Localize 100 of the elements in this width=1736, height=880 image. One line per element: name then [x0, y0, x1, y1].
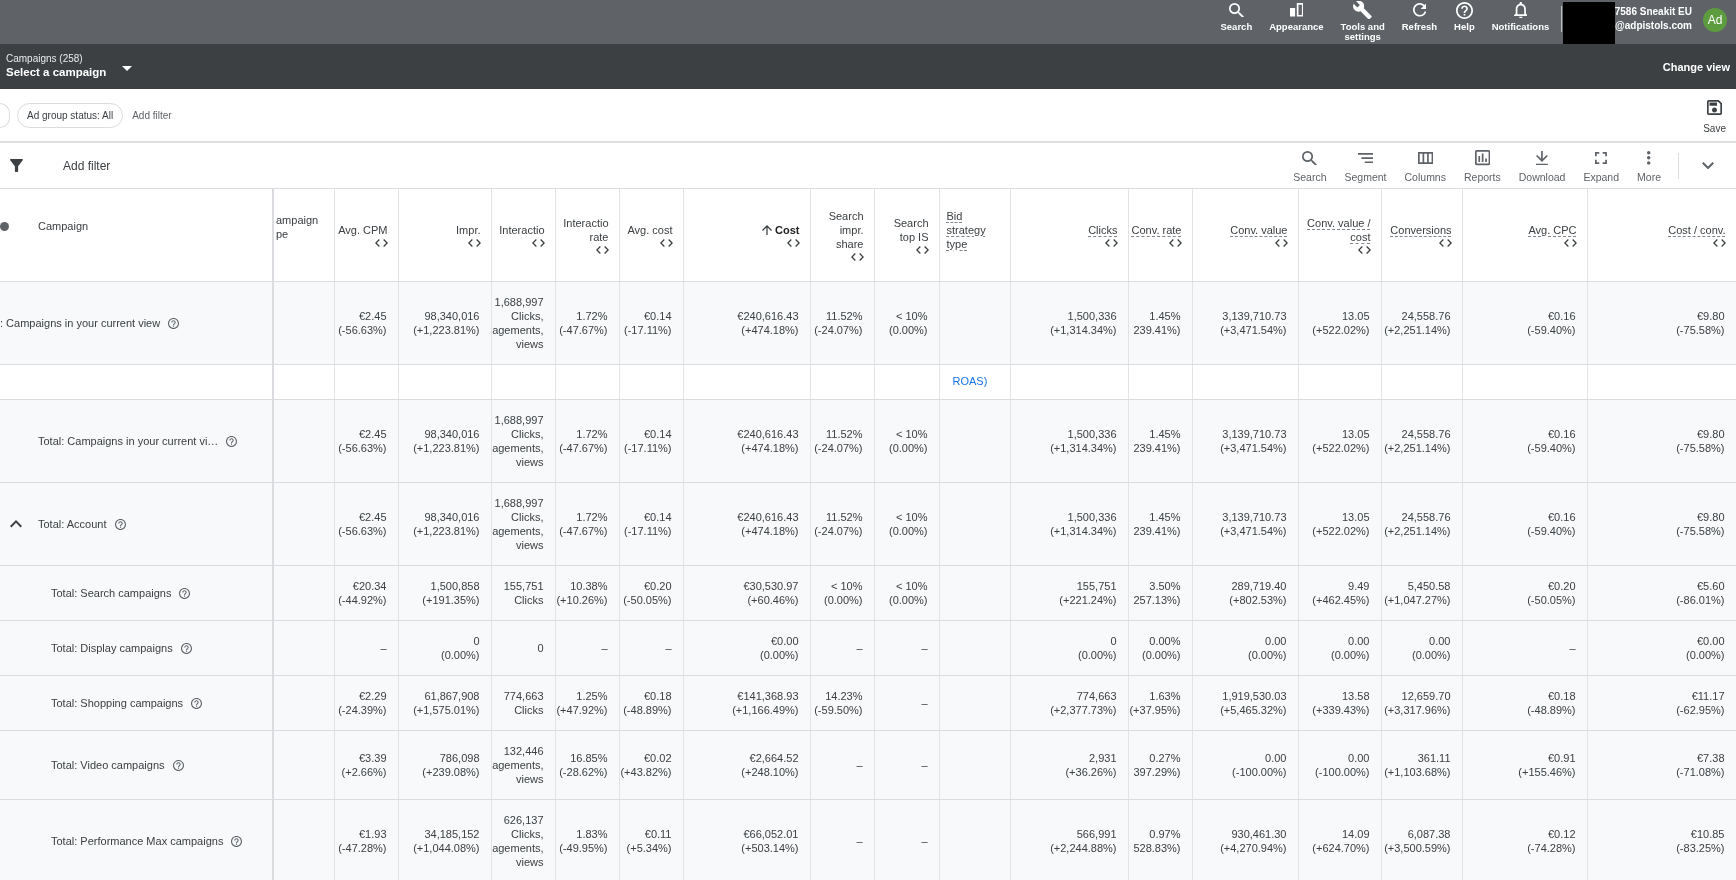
bid-strategy-link[interactable]: ROAS): [952, 374, 988, 388]
column-header[interactable]: Bid strategy type: [946, 209, 986, 251]
change-view-button[interactable]: Change view: [1662, 60, 1730, 73]
column-header[interactable]: Clicks: [1088, 223, 1118, 237]
column-header[interactable]: Campaign: [38, 219, 89, 233]
help-icon[interactable]: [114, 518, 126, 530]
campaign-name: Total: Account: [38, 517, 107, 531]
help-icon[interactable]: [168, 317, 180, 329]
help-icon[interactable]: [226, 435, 238, 447]
columns-icon: [1417, 152, 1433, 164]
column-header[interactable]: Impr.: [456, 223, 481, 237]
column-header[interactable]: Conv. rate: [1131, 223, 1182, 237]
more-button[interactable]: More: [1628, 148, 1670, 183]
column-header[interactable]: Cost / conv.: [1668, 223, 1726, 237]
segment-button[interactable]: Segment: [1335, 148, 1396, 183]
reports-button[interactable]: Reports: [1454, 148, 1510, 183]
account-email: @adpistols.com: [1615, 19, 1692, 33]
help-button[interactable]: Help: [1445, 0, 1484, 32]
wrench-icon: [1353, 0, 1372, 20]
appearance-button[interactable]: Appearance: [1260, 0, 1333, 32]
metric-value: 2,931 (+36.26%): [1065, 751, 1117, 779]
column-header[interactable]: Avg. CPC: [1528, 223, 1577, 237]
metric-value: €2.45 (-56.63%): [338, 309, 387, 337]
campaign-name: Total: Performance Max campaigns: [51, 834, 224, 848]
column-header[interactable]: Interactio rate: [563, 216, 609, 244]
column-header[interactable]: Search top IS: [893, 216, 929, 244]
metric-value: €0.14 (-17.11%): [624, 309, 672, 337]
chevrons-icon[interactable]: [850, 253, 864, 261]
add-filter-button[interactable]: Add filter: [63, 158, 111, 173]
help-icon[interactable]: [179, 587, 191, 599]
tools-button[interactable]: Tools and settings: [1332, 0, 1394, 42]
save-button[interactable]: Save: [1703, 89, 1726, 135]
chevrons-icon[interactable]: [595, 246, 609, 254]
chevrons-icon[interactable]: [1274, 239, 1288, 247]
help-icon: [1455, 1, 1473, 19]
metric-value: 1.72% (-47.67%): [559, 427, 608, 455]
metric-value: €3.39 (+2.66%): [341, 751, 387, 779]
column-header[interactable]: ampaign pe: [276, 213, 319, 241]
chevron-up-icon[interactable]: [10, 520, 22, 528]
expand-button[interactable]: Expand: [1574, 148, 1629, 183]
chevrons-icon[interactable]: [786, 239, 800, 247]
help-icon[interactable]: [172, 759, 184, 771]
add-filter-button[interactable]: Add filter: [132, 109, 172, 121]
metric-value: €9.80 (-75.58%): [1676, 510, 1725, 538]
refresh-button[interactable]: Refresh: [1393, 0, 1446, 32]
caret-down-icon: [122, 65, 133, 71]
campaign-selector[interactable]: Select a campaign: [6, 65, 133, 80]
campaign-name: Total: Search campaigns: [51, 586, 172, 600]
chevrons-icon[interactable]: [1168, 239, 1182, 247]
metric-value: €0.20 (-50.05%): [623, 579, 672, 607]
chevrons-icon[interactable]: [1357, 246, 1371, 254]
help-icon[interactable]: [180, 642, 192, 654]
column-header[interactable]: Cost: [775, 223, 800, 237]
chevrons-icon[interactable]: [1563, 239, 1577, 247]
column-header[interactable]: Avg. CPM: [338, 223, 388, 237]
metric-value: 9.49 (+462.45%): [1312, 579, 1370, 607]
metric-value: 13.05 (+522.02%): [1312, 427, 1370, 455]
chevrons-icon[interactable]: [1104, 239, 1118, 247]
column-header[interactable]: Avg. cost: [627, 223, 673, 237]
metric-value: 1.45% 239.41%): [1133, 510, 1181, 538]
metric-value: 0.00 (-100.00%): [1315, 751, 1370, 779]
metric-value: 626,137 Clicks, agements, views: [492, 813, 544, 869]
column-header[interactable]: Conv. value / cost: [1307, 216, 1371, 244]
arrow-up-icon: [762, 225, 773, 235]
column-header[interactable]: Interactio: [499, 223, 545, 237]
help-icon[interactable]: [191, 697, 203, 709]
column-header[interactable]: Search impr. share: [828, 209, 864, 251]
download-button[interactable]: Download: [1509, 148, 1575, 183]
search-button[interactable]: Search: [1212, 0, 1261, 32]
metric-value: €0.91 (+155.46%): [1518, 751, 1576, 779]
metric-value: 1.83% (-49.95%): [559, 827, 608, 855]
chevrons-icon[interactable]: [467, 239, 481, 247]
search-button[interactable]: Search: [1284, 148, 1336, 183]
metric-value: 1,500,336 (+1,314.34%): [1050, 510, 1117, 538]
column-header[interactable]: Conv. value: [1230, 223, 1288, 237]
chevrons-icon[interactable]: [1438, 239, 1452, 247]
metric-value: 0.00 (0.00%): [1247, 634, 1287, 662]
chevrons-icon[interactable]: [659, 239, 673, 247]
metric-value: 14.09 (+624.70%): [1312, 827, 1370, 855]
metric-value: €2,664.52 (+248.10%): [741, 751, 799, 779]
status-dot-icon: [0, 221, 9, 231]
metric-value: €9.80 (-75.58%): [1676, 427, 1725, 455]
notifications-button[interactable]: Notifications: [1483, 0, 1558, 32]
columns-button[interactable]: Columns: [1395, 148, 1455, 183]
help-icon[interactable]: [231, 835, 243, 847]
chevrons-icon[interactable]: [374, 239, 388, 247]
metric-value: –: [856, 641, 863, 655]
campaign-name: Total: Display campaigns: [51, 641, 173, 655]
metric-value: 13.05 (+522.02%): [1312, 309, 1370, 337]
chevrons-icon[interactable]: [915, 246, 929, 254]
search-icon: [1228, 2, 1244, 18]
metric-value: 566,991 (+2,244.88%): [1050, 827, 1117, 855]
redaction-block: [1562, 2, 1615, 44]
column-header[interactable]: Conversions: [1390, 223, 1452, 237]
metric-value: 61,867,908 (+1,575.01%): [413, 689, 480, 717]
chevrons-icon[interactable]: [531, 239, 545, 247]
filter-icon[interactable]: [10, 159, 23, 172]
metric-value: –: [665, 641, 672, 655]
chevrons-icon[interactable]: [1712, 239, 1726, 247]
metric-value: 24,558.76 (+2,251.14%): [1384, 427, 1451, 455]
